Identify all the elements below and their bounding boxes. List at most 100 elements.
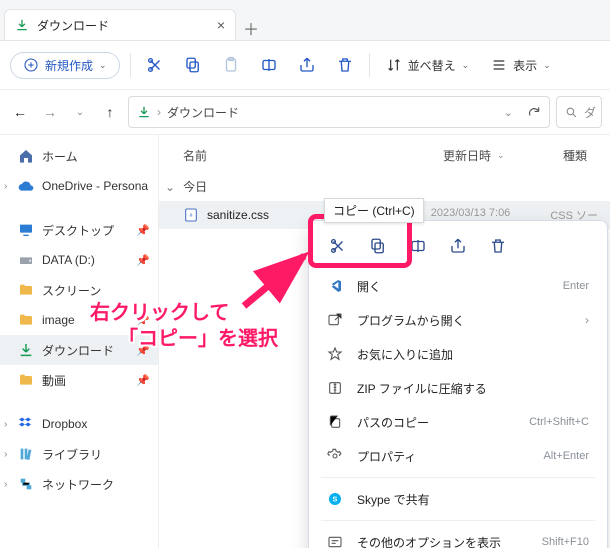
cut-button[interactable] [141,51,169,79]
paste-button[interactable] [217,51,245,79]
sidebar-item-label: ライブラリ [42,446,102,463]
sidebar-item-onedrive[interactable]: › OneDrive - Persona [0,171,158,201]
expand-icon[interactable]: › [4,419,7,430]
expand-icon[interactable]: › [4,479,7,490]
close-icon[interactable]: × [217,17,225,33]
sidebar-item-label: スクリーン [42,282,101,299]
properties-icon [327,448,345,464]
view-label: 表示 [513,57,537,74]
library-icon [18,446,34,462]
forward-button[interactable]: → [38,104,62,120]
search-icon [565,106,578,119]
breadcrumb-path[interactable]: ダウンロード [167,104,239,121]
sort-icon [386,57,402,73]
sidebar-item-label: 動画 [42,372,66,389]
breadcrumb-separator: › [157,105,161,119]
ctx-label: ZIP ファイルに圧縮する [357,380,487,397]
separator [130,53,131,77]
ctx-open[interactable]: 開く Enter [313,269,603,303]
copy-button[interactable] [179,51,207,79]
sidebar-item-label: ホーム [42,148,78,165]
copy-path-icon [327,414,345,430]
ctx-copy-path[interactable]: パスのコピー Ctrl+Shift+C [313,405,603,439]
sidebar-item-desktop[interactable]: デスクトップ 📌 [0,215,158,245]
column-name[interactable]: 名前 [183,147,423,164]
star-icon [327,346,345,362]
sort-label: 並べ替え [408,57,456,74]
ctx-delete-button[interactable] [485,233,511,259]
column-date[interactable]: 更新日時 ⌄ [443,147,543,164]
nav-row: ← → ⌄ ↑ › ダウンロード ⌄ ダ [0,90,610,135]
context-menu: 開く Enter プログラムから開く › お気に入りに追加 ZIP ファイルに圧… [308,220,608,548]
up-button[interactable]: ↑ [98,104,122,120]
download-icon [137,105,151,119]
sort-button[interactable]: 並べ替え ⌄ [380,53,476,78]
expand-icon[interactable]: › [4,181,7,192]
annotation-line2: 「コピー」を選択 [118,326,278,352]
ctx-favorite[interactable]: お気に入りに追加 [313,337,603,371]
tab-downloads[interactable]: ダウンロード × [4,9,236,40]
home-icon [18,148,34,164]
sidebar-item-videos[interactable]: 動画 📌 [0,365,158,395]
ctx-label: 開く [357,278,381,295]
folder-icon [18,312,34,328]
view-icon [491,57,507,73]
ctx-copy-button[interactable] [365,233,391,259]
sidebar-item-libraries[interactable]: › ライブラリ [0,439,158,469]
dropbox-icon [18,416,34,432]
share-button[interactable] [293,51,321,79]
back-button[interactable]: ← [8,104,32,120]
sidebar-item-drive[interactable]: DATA (D:) 📌 [0,245,158,275]
delete-button[interactable] [331,51,359,79]
ctx-accel: Shift+F10 [542,536,589,548]
context-icon-row [313,229,603,269]
new-tab-button[interactable]: ＋ [236,16,266,40]
vscode-icon [327,278,345,294]
ctx-cut-button[interactable] [325,233,351,259]
pin-icon: 📌 [136,374,150,387]
view-button[interactable]: 表示 ⌄ [485,53,557,78]
ctx-more[interactable]: その他のオプションを表示 Shift+F10 [313,525,603,548]
sidebar-item-home[interactable]: ホーム [0,141,158,171]
rename-button[interactable] [255,51,283,79]
css-file-icon: # [183,207,199,223]
tooltip-text: コピー (Ctrl+C) [333,204,415,218]
ctx-share-button[interactable] [445,233,471,259]
open-with-icon [327,312,345,328]
sidebar-item-label: OneDrive - Persona [42,179,148,193]
chevron-right-icon: › [585,313,589,327]
zip-icon [327,380,345,396]
group-label: 今日 [183,178,207,195]
sidebar-item-dropbox[interactable]: › Dropbox [0,409,158,439]
network-icon [18,476,34,492]
separator [369,53,370,77]
ctx-label: その他のオプションを表示 [357,534,501,548]
ctx-accel: Ctrl+Shift+C [529,416,589,428]
refresh-button[interactable] [527,105,541,119]
group-today[interactable]: 今日 [159,174,610,201]
column-kind[interactable]: 種類 [563,147,610,164]
tab-title: ダウンロード [37,17,109,34]
skype-icon: S [327,491,345,507]
svg-text:#: # [190,213,193,219]
ctx-skype[interactable]: S Skype で共有 [313,482,603,516]
new-button[interactable]: 新規作成 ⌄ [10,52,120,79]
ctx-rename-button[interactable] [405,233,431,259]
tab-strip: ダウンロード × ＋ [0,0,610,41]
download-icon [15,18,29,32]
address-bar[interactable]: › ダウンロード ⌄ [128,96,550,128]
chevron-down-icon[interactable]: ⌄ [504,106,513,119]
ctx-properties[interactable]: プロパティ Alt+Enter [313,439,603,473]
recent-dropdown[interactable]: ⌄ [68,107,92,118]
ctx-accel: Enter [563,280,589,292]
ctx-accel: Alt+Enter [543,450,589,462]
ctx-label: パスのコピー [357,414,429,431]
sidebar-item-network[interactable]: › ネットワーク [0,469,158,499]
search-box[interactable]: ダ [556,96,602,128]
ctx-zip[interactable]: ZIP ファイルに圧縮する [313,371,603,405]
more-icon [327,534,345,548]
ctx-open-with[interactable]: プログラムから開く › [313,303,603,337]
expand-icon[interactable]: › [4,449,7,460]
separator [321,477,595,478]
sidebar-item-label: ネットワーク [42,476,114,493]
